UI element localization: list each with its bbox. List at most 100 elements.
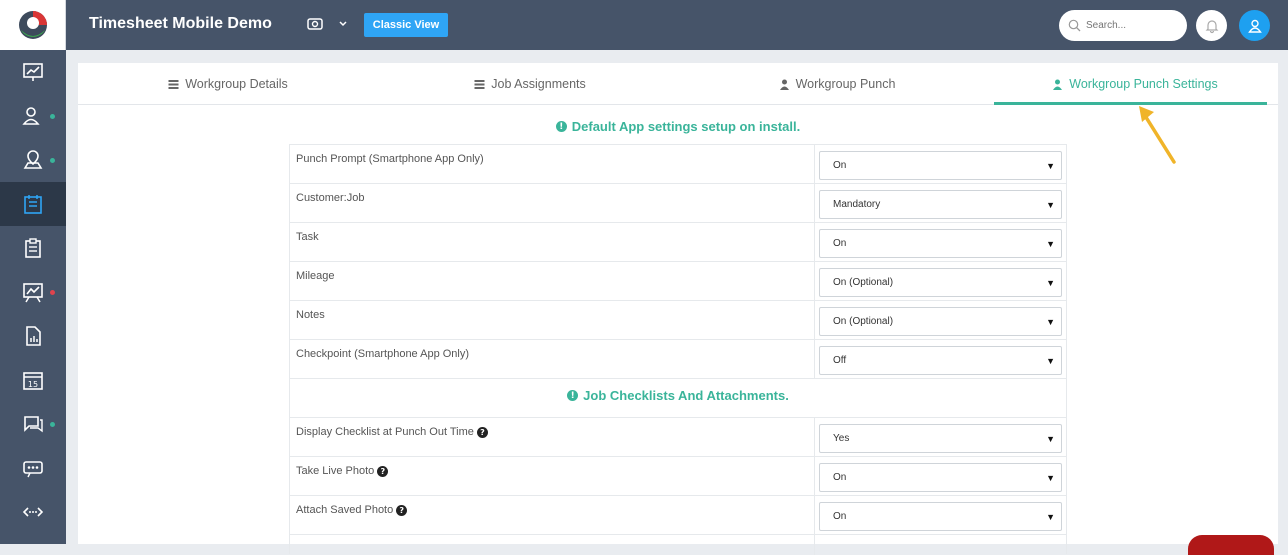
main-content: Workgroup Details Job Assignments Workgr… (78, 63, 1278, 555)
dropdown-arrow-icon: ▼ (1046, 356, 1055, 366)
settings-row: Customer:Job Mandatory ▼ (289, 183, 1067, 223)
checklist-section-row: ! Job Checklists And Attachments. (289, 378, 1067, 417)
list-icon (168, 79, 179, 89)
tab-job-assignments[interactable]: Job Assignments (380, 63, 680, 105)
chevron-down-icon[interactable] (338, 19, 348, 29)
dropdown-arrow-icon: ▼ (1046, 434, 1055, 444)
sidebar-item-map[interactable] (0, 138, 66, 182)
info-icon: ! (567, 390, 579, 401)
settings-row: Task On ▼ (289, 222, 1067, 262)
setting-select[interactable]: On ▼ (819, 463, 1062, 492)
settings-row: Notes On (Optional) ▼ (289, 300, 1067, 340)
setting-select[interactable]: On (Optional) ▼ (819, 268, 1062, 297)
sidebar-item-messages[interactable] (0, 402, 66, 446)
default-settings-title: ! Default App settings setup on install. (78, 119, 1278, 134)
app-logo[interactable] (0, 0, 66, 50)
setting-select[interactable]: Off ▼ (819, 346, 1062, 375)
chat-widget-button[interactable] (1188, 535, 1274, 555)
logo-icon (18, 11, 47, 39)
presentation-chart-icon (23, 283, 43, 303)
search-box[interactable] (1059, 10, 1187, 41)
classic-view-button[interactable]: Classic View (364, 13, 448, 37)
tab-label: Workgroup Details (185, 77, 288, 91)
setting-label: Checkpoint (Smartphone App Only) (296, 348, 470, 360)
map-pin-icon (23, 150, 43, 169)
sidebar-item-integrations[interactable] (0, 490, 66, 534)
sidebar-item-timesheets[interactable] (0, 226, 66, 270)
setting-label: Mileage (296, 270, 335, 282)
status-dot (50, 158, 55, 163)
notifications-button[interactable] (1196, 10, 1227, 41)
settings-row: Take Live Photo? On ▼ (289, 456, 1067, 496)
user-icon (1247, 19, 1262, 33)
search-input[interactable] (1086, 20, 1176, 31)
setting-label: Punch Prompt (Smartphone App Only) (296, 153, 484, 165)
chat-icon (24, 416, 43, 433)
dropdown-arrow-icon: ▼ (1046, 200, 1055, 210)
user-icon (779, 79, 789, 90)
setting-label: Take Live Photo? (296, 465, 389, 477)
setting-select[interactable]: Mandatory ▼ (819, 190, 1062, 219)
tab-workgroup-details[interactable]: Workgroup Details (78, 63, 378, 105)
dropdown-arrow-icon: ▼ (1046, 239, 1055, 249)
setting-select[interactable]: On ▼ (819, 229, 1062, 258)
settings-row: Display Checklist at Punch Out Time? Yes… (289, 417, 1067, 457)
setting-select[interactable]: On ▼ (819, 502, 1062, 531)
sidebar-item-reports[interactable] (0, 270, 66, 314)
checklist-section-title: ! Job Checklists And Attachments. (290, 388, 1066, 403)
annotation-arrow-icon (1139, 106, 1176, 164)
sidebar-item-documents[interactable] (0, 314, 66, 358)
dashboard-icon (23, 63, 43, 81)
settings-row: Mileage On (Optional) ▼ (289, 261, 1067, 301)
calendar-icon: 15 (23, 372, 43, 390)
setting-select[interactable]: Yes ▼ (819, 424, 1062, 453)
setting-select[interactable]: On (Optional) ▼ (819, 307, 1062, 336)
tab-bar: Workgroup Details Job Assignments Workgr… (78, 63, 1278, 105)
status-dot (50, 114, 55, 119)
user-icon (1053, 79, 1063, 90)
dropdown-arrow-icon: ▼ (1046, 512, 1055, 522)
svg-text:15: 15 (28, 380, 38, 389)
dropdown-arrow-icon: ▼ (1046, 473, 1055, 483)
help-icon[interactable]: ? (396, 504, 408, 516)
money-icon[interactable] (307, 17, 323, 31)
clipboard-icon (25, 238, 41, 258)
tab-label: Job Assignments (491, 77, 586, 91)
setting-label: Task (296, 231, 319, 243)
search-icon (1068, 19, 1081, 32)
sidebar-item-calendar[interactable]: 15 (0, 358, 66, 402)
help-icon[interactable]: ? (476, 426, 488, 438)
sidebar-item-workgroups[interactable] (0, 182, 66, 226)
sidebar-item-dashboard[interactable] (0, 50, 66, 94)
app-title: Timesheet Mobile Demo (89, 15, 272, 32)
sidebar-item-employees[interactable] (0, 94, 66, 138)
users-icon (22, 107, 40, 125)
user-menu-button[interactable] (1239, 10, 1270, 41)
help-icon[interactable]: ? (377, 465, 389, 477)
dropdown-arrow-icon: ▼ (1046, 161, 1055, 171)
sidebar-item-more[interactable] (0, 446, 66, 490)
settings-row: Punch Prompt (Smartphone App Only) On ▼ (289, 144, 1067, 184)
alert-dot (50, 290, 55, 295)
code-arrows-icon (22, 507, 44, 517)
setting-label: Customer:Job (296, 192, 365, 204)
info-icon: ! (555, 121, 567, 132)
settings-row: Attach Saved Photo? On ▼ (289, 495, 1067, 535)
settings-row-partial (289, 534, 1067, 555)
dropdown-arrow-icon: ▼ (1046, 317, 1055, 327)
section-title-text: Default App settings setup on install. (571, 119, 801, 134)
more-dots-icon (23, 461, 43, 478)
sidebar: 15 (0, 0, 66, 544)
tab-workgroup-punch[interactable]: Workgroup Punch (687, 63, 987, 105)
setting-label: Attach Saved Photo? (296, 504, 408, 516)
document-chart-icon (26, 326, 41, 346)
dropdown-arrow-icon: ▼ (1046, 278, 1055, 288)
settings-row: Checkpoint (Smartphone App Only) Off ▼ (289, 339, 1067, 379)
setting-label: Notes (296, 309, 325, 321)
clipboard-list-icon (24, 195, 42, 214)
tab-label: Workgroup Punch Settings (1069, 77, 1218, 91)
tab-workgroup-punch-settings[interactable]: Workgroup Punch Settings (990, 63, 1280, 105)
setting-select[interactable]: On ▼ (819, 151, 1062, 180)
section-title-text: Job Checklists And Attachments. (583, 388, 789, 403)
tab-label: Workgroup Punch (795, 77, 896, 91)
